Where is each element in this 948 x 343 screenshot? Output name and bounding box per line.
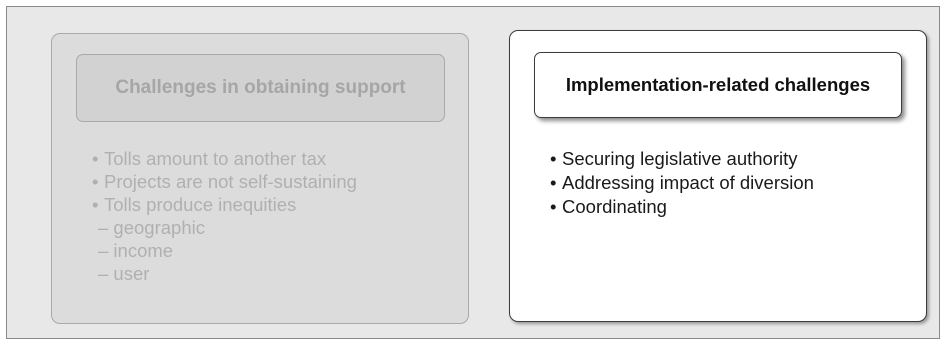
support-challenges-title: Challenges in obtaining support xyxy=(76,54,445,122)
implementation-challenges-title: Implementation-related challenges xyxy=(534,52,902,118)
bullet-icon: • xyxy=(550,148,557,169)
bullet-icon: • xyxy=(92,148,99,169)
bullet-icon: • xyxy=(92,194,99,215)
bullet-icon: • xyxy=(550,196,557,217)
support-challenges-list: • Tolls amount to another tax • Projects a… xyxy=(92,147,357,285)
sub-list-item: – user xyxy=(98,263,150,284)
list-item-text: Addressing impact of diversion xyxy=(562,172,814,193)
list-item-text: Tolls amount to another tax xyxy=(104,148,327,169)
list-item-text: Coordinating xyxy=(562,196,667,217)
list-item-text: Securing legislative authority xyxy=(562,148,798,169)
implementation-challenges-panel: Implementation-related challenges • Secur… xyxy=(509,30,927,322)
diagram-frame: Challenges in obtaining support • Tolls a… xyxy=(6,6,940,339)
bullet-icon: • xyxy=(92,171,99,192)
list-item: • Tolls produce inequities xyxy=(92,193,357,216)
support-challenges-panel: Challenges in obtaining support • Tolls a… xyxy=(51,33,469,324)
list-item-text: Projects are not self-sustaining xyxy=(104,171,357,192)
list-item: • Projects are not self-sustaining xyxy=(92,170,357,193)
list-item: • Addressing impact of diversion xyxy=(550,171,814,195)
implementation-challenges-list: • Securing legislative authority • Address… xyxy=(550,147,814,219)
sub-list-item: – geographic xyxy=(98,217,205,238)
list-item: • Securing legislative authority xyxy=(550,147,814,171)
bullet-icon: • xyxy=(550,172,557,193)
list-item: • Coordinating xyxy=(550,195,814,219)
list-item: • Tolls amount to another tax xyxy=(92,147,357,170)
list-item-text: Tolls produce inequities xyxy=(104,194,297,215)
sub-list-item: – income xyxy=(98,240,174,261)
